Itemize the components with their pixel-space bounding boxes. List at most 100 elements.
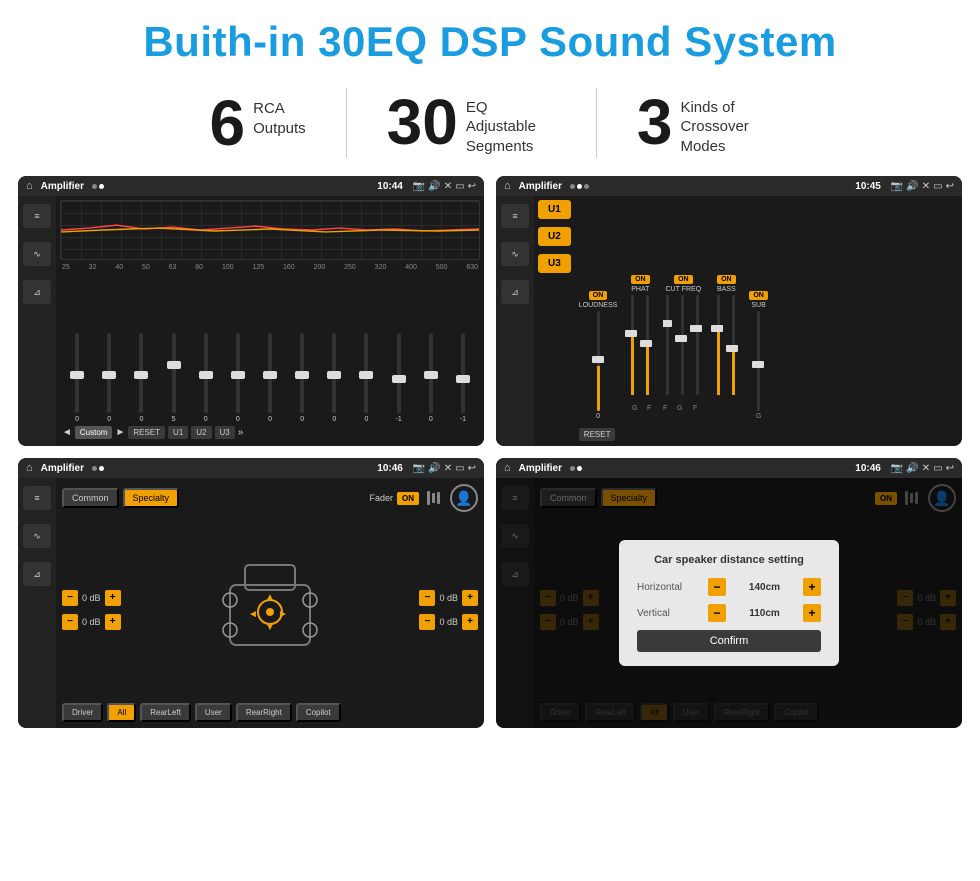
slider-track-5[interactable] [204, 333, 208, 413]
home-icon-4[interactable]: ⌂ [504, 462, 511, 474]
db-minus-3[interactable]: − [419, 590, 435, 606]
db-minus-2[interactable]: − [62, 614, 78, 630]
slider-thumb-9[interactable] [327, 371, 341, 379]
db-minus-4[interactable]: − [419, 614, 435, 630]
slider-track-6[interactable] [236, 333, 240, 413]
fader-wave-btn[interactable]: ∿ [23, 524, 51, 548]
driver-btn[interactable]: Driver [62, 703, 103, 722]
db-plus-1[interactable]: + [105, 590, 121, 606]
u3-btn-1[interactable]: U3 [215, 426, 235, 439]
svg-text:▼: ▼ [265, 622, 275, 633]
slider-thumb-10[interactable] [359, 371, 373, 379]
page-title: Buith-in 30EQ DSP Sound System [0, 0, 980, 78]
u1-cross-btn[interactable]: U1 [538, 200, 571, 219]
loudness-slider[interactable] [597, 311, 600, 411]
slider-thumb-7[interactable] [263, 371, 277, 379]
slider-track-8[interactable] [300, 333, 304, 413]
fader-volume-btn[interactable]: ⊿ [23, 562, 51, 586]
slider-thumb-3[interactable] [134, 371, 148, 379]
reset-btn-1[interactable]: RESET [128, 426, 165, 439]
home-icon-1[interactable]: ⌂ [26, 180, 33, 192]
vertical-minus[interactable]: − [708, 604, 726, 622]
bass-on[interactable]: ON [717, 275, 736, 284]
db-plus-2[interactable]: + [105, 614, 121, 630]
close-icon-4[interactable]: ✕ [922, 463, 930, 474]
confirm-button[interactable]: Confirm [637, 630, 821, 652]
rearright-btn[interactable]: RearRight [236, 703, 292, 722]
back-icon-2[interactable]: ↩ [946, 181, 954, 192]
copilot-btn[interactable]: Copilot [296, 703, 341, 722]
db-minus-1[interactable]: − [62, 590, 78, 606]
more-arrow[interactable]: » [238, 427, 244, 438]
user-btn[interactable]: User [195, 703, 232, 722]
close-icon-3[interactable]: ✕ [444, 463, 452, 474]
specialty-tab-3[interactable]: Specialty [123, 488, 180, 508]
sub-on[interactable]: ON [749, 291, 768, 300]
slider-track-9[interactable] [332, 333, 336, 413]
slider-track-10[interactable] [364, 333, 368, 413]
sub-slider[interactable] [757, 311, 760, 411]
back-icon-4[interactable]: ↩ [946, 463, 954, 474]
slider-track-7[interactable] [268, 333, 272, 413]
slider-thumb-8[interactable] [295, 371, 309, 379]
cutfreq-on[interactable]: ON [674, 275, 693, 284]
slider-thumb-11[interactable] [392, 375, 406, 383]
slider-thumb-4[interactable] [167, 361, 181, 369]
slider-thumb-2[interactable] [102, 371, 116, 379]
minimize-icon-3[interactable]: ▭ [455, 463, 464, 474]
phat-on[interactable]: ON [631, 275, 650, 284]
slider-track-3[interactable] [139, 333, 143, 413]
db-plus-4[interactable]: + [462, 614, 478, 630]
custom-btn[interactable]: Custom [75, 426, 113, 439]
u3-cross-btn[interactable]: U3 [538, 254, 571, 273]
slider-track-11[interactable] [397, 333, 401, 413]
cross-wave-btn[interactable]: ∿ [501, 242, 529, 266]
db-plus-3[interactable]: + [462, 590, 478, 606]
slider-track-2[interactable] [107, 333, 111, 413]
vertical-plus[interactable]: + [803, 604, 821, 622]
slider-val-12: 0 [429, 416, 433, 423]
home-icon-2[interactable]: ⌂ [504, 180, 511, 192]
fader-on-toggle[interactable]: ON [397, 492, 419, 505]
user-icon-3[interactable]: 👤 [450, 484, 478, 512]
sub-thumb[interactable] [752, 361, 764, 368]
slider-thumb-5[interactable] [199, 371, 213, 379]
u2-btn-1[interactable]: U2 [191, 426, 211, 439]
prev-arrow[interactable]: ◄ [62, 427, 72, 438]
slider-thumb-6[interactable] [231, 371, 245, 379]
common-tab-3[interactable]: Common [62, 488, 119, 508]
slider-track-1[interactable] [75, 333, 79, 413]
slider-track-13[interactable] [461, 333, 465, 413]
close-icon-2[interactable]: ✕ [922, 181, 930, 192]
all-btn[interactable]: All [107, 703, 136, 722]
fader-filter-btn[interactable]: ≡ [23, 486, 51, 510]
back-icon-3[interactable]: ↩ [468, 463, 476, 474]
minimize-icon-4[interactable]: ▭ [933, 463, 942, 474]
loudness-thumb[interactable] [592, 356, 604, 363]
sub-g-label: G [756, 413, 761, 420]
next-arrow[interactable]: ► [115, 427, 125, 438]
horizontal-minus[interactable]: − [708, 578, 726, 596]
minimize-icon-1[interactable]: ▭ [455, 181, 464, 192]
u2-cross-btn[interactable]: U2 [538, 227, 571, 246]
slider-track-4[interactable] [172, 333, 176, 413]
home-icon-3[interactable]: ⌂ [26, 462, 33, 474]
eq-wave-btn[interactable]: ∿ [23, 242, 51, 266]
rearleft-btn[interactable]: RearLeft [140, 703, 191, 722]
slider-thumb-1[interactable] [70, 371, 84, 379]
u1-btn-1[interactable]: U1 [168, 426, 188, 439]
back-icon-1[interactable]: ↩ [468, 181, 476, 192]
reset-btn-2[interactable]: RESET [579, 428, 616, 441]
loudness-on[interactable]: ON [589, 291, 608, 300]
horizontal-plus[interactable]: + [803, 578, 821, 596]
eq-volume-btn[interactable]: ⊿ [23, 280, 51, 304]
phat-sliders: G F [625, 295, 655, 420]
cross-filter-btn[interactable]: ≡ [501, 204, 529, 228]
eq-filter-btn[interactable]: ≡ [23, 204, 51, 228]
slider-thumb-12[interactable] [424, 371, 438, 379]
slider-thumb-13[interactable] [456, 375, 470, 383]
minimize-icon-2[interactable]: ▭ [933, 181, 942, 192]
cross-volume-btn[interactable]: ⊿ [501, 280, 529, 304]
close-icon-1[interactable]: ✕ [444, 181, 452, 192]
slider-track-12[interactable] [429, 333, 433, 413]
